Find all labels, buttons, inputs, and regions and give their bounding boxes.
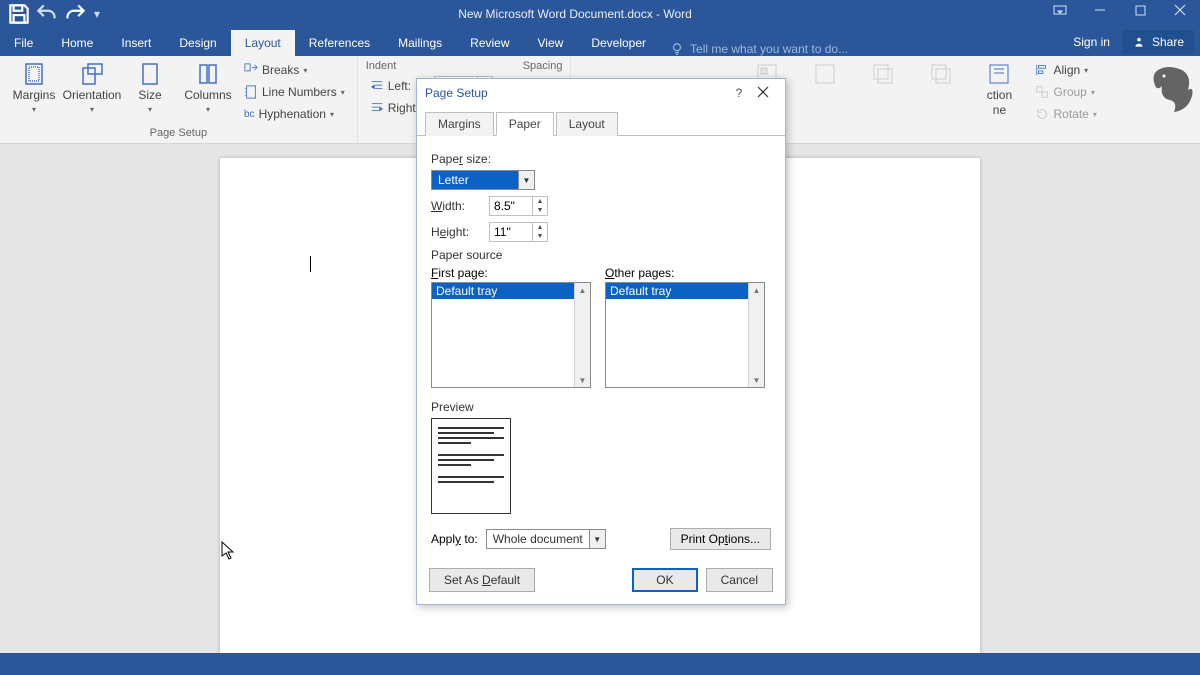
minimize-icon[interactable]: [1080, 0, 1120, 20]
bring-forward-button: [857, 60, 909, 86]
rotate-icon: [1035, 107, 1049, 121]
ok-button[interactable]: OK: [632, 568, 697, 592]
tab-file[interactable]: File: [0, 30, 47, 56]
tab-home[interactable]: Home: [47, 30, 107, 56]
quick-access-toolbar: ▾: [0, 2, 110, 26]
text-cursor: [310, 256, 311, 272]
scrollbar[interactable]: ▲▼: [574, 283, 590, 387]
line-numbers-button[interactable]: Line Numbers ▾: [240, 82, 349, 102]
columns-button[interactable]: Columns▾: [182, 60, 234, 116]
wrap-text-button: [799, 60, 851, 86]
tab-view[interactable]: View: [524, 30, 578, 56]
tab-developer[interactable]: Developer: [577, 30, 660, 56]
tell-me-search[interactable]: Tell me what you want to do...: [660, 42, 1061, 56]
apply-to-select[interactable]: Whole document ▼: [486, 529, 606, 549]
page-setup-dialog: Page Setup ? Margins Paper Layout Paper …: [416, 78, 786, 605]
close-icon[interactable]: [1160, 0, 1200, 20]
status-bar: [0, 653, 1200, 675]
dragon-logo-icon: [1148, 62, 1196, 121]
save-icon[interactable]: [6, 2, 32, 26]
mouse-cursor-icon: [221, 541, 237, 564]
first-page-listbox[interactable]: Default tray ▲▼: [431, 282, 591, 388]
qat-customize-icon[interactable]: ▾: [90, 2, 104, 26]
scrollbar[interactable]: ▲▼: [748, 283, 764, 387]
tab-review[interactable]: Review: [456, 30, 523, 56]
group-icon: [1035, 85, 1049, 99]
share-icon: [1132, 35, 1146, 49]
dialog-tabs: Margins Paper Layout: [417, 107, 785, 136]
paper-source-label: Paper source: [431, 248, 771, 262]
dropdown-icon[interactable]: ▼: [518, 171, 534, 189]
dialog-title-bar[interactable]: Page Setup ?: [417, 79, 785, 107]
indent-right-icon: [370, 101, 384, 115]
breaks-button[interactable]: Breaks ▾: [240, 60, 349, 80]
selection-pane-button[interactable]: ctionne: [973, 60, 1025, 116]
spinner-up-icon[interactable]: ▲: [533, 197, 547, 206]
tab-insert[interactable]: Insert: [107, 30, 165, 56]
scroll-down-icon[interactable]: ▼: [575, 373, 590, 387]
share-button[interactable]: Share: [1122, 30, 1194, 54]
tab-design[interactable]: Design: [165, 30, 230, 56]
spinner-up-icon[interactable]: ▲: [533, 223, 547, 232]
sign-in-link[interactable]: Sign in: [1061, 28, 1122, 56]
align-button[interactable]: Align ▾: [1031, 60, 1100, 80]
set-as-default-button[interactable]: Set As Default: [429, 568, 535, 592]
dialog-close-button[interactable]: [749, 86, 777, 101]
dialog-tab-margins[interactable]: Margins: [425, 112, 494, 136]
dialog-help-icon[interactable]: ?: [729, 86, 749, 100]
first-page-label: First page:: [431, 266, 591, 280]
margins-button[interactable]: Margins▾: [8, 60, 60, 116]
ribbon-options-icon[interactable]: [1040, 0, 1080, 20]
window-controls: [1040, 0, 1200, 28]
cancel-button[interactable]: Cancel: [706, 568, 773, 592]
hyphenation-button[interactable]: bcHyphenation ▾: [240, 104, 349, 124]
tab-layout[interactable]: Layout: [231, 30, 295, 56]
preview-label: Preview: [431, 400, 771, 414]
lightbulb-icon: [670, 42, 684, 56]
orientation-button[interactable]: Orientation▾: [66, 60, 118, 116]
height-input[interactable]: [490, 223, 532, 241]
group-button: Group ▾: [1031, 82, 1100, 102]
spinner-down-icon[interactable]: ▼: [533, 206, 547, 215]
dialog-tab-layout[interactable]: Layout: [556, 112, 618, 136]
height-label: Height:: [431, 225, 481, 239]
tab-mailings[interactable]: Mailings: [384, 30, 456, 56]
scroll-down-icon[interactable]: ▼: [749, 373, 764, 387]
ribbon-tabs: File Home Insert Design Layout Reference…: [0, 28, 1200, 56]
window-title: New Microsoft Word Document.docx - Word: [110, 7, 1040, 21]
spinner-down-icon[interactable]: ▼: [533, 232, 547, 241]
dropdown-icon[interactable]: ▼: [589, 530, 605, 548]
group-label-page-setup: Page Setup: [8, 125, 349, 141]
size-button[interactable]: Size▾: [124, 60, 176, 116]
dialog-title: Page Setup: [425, 86, 729, 100]
title-bar: ▾ New Microsoft Word Document.docx - Wor…: [0, 0, 1200, 28]
redo-icon[interactable]: [62, 2, 88, 26]
group-page-setup: Margins▾ Orientation▾ Size▾ Columns▾ Bre…: [0, 56, 358, 143]
tab-references[interactable]: References: [295, 30, 384, 56]
undo-icon[interactable]: [34, 2, 60, 26]
paper-size-select[interactable]: Letter ▼: [431, 170, 535, 190]
rotate-button: Rotate ▾: [1031, 104, 1100, 124]
indent-left-icon: [370, 79, 384, 93]
maximize-icon[interactable]: [1120, 0, 1160, 20]
align-icon: [1035, 63, 1049, 77]
width-label: Width:: [431, 199, 481, 213]
spacing-heading: Spacing: [523, 60, 563, 74]
preview-thumbnail: [431, 418, 511, 514]
send-backward-button: [915, 60, 967, 86]
scroll-up-icon[interactable]: ▲: [749, 283, 764, 297]
list-item[interactable]: Default tray: [606, 283, 748, 299]
indent-heading: Indent: [366, 60, 497, 74]
tell-me-placeholder: Tell me what you want to do...: [690, 42, 848, 56]
width-input[interactable]: [490, 197, 532, 215]
list-item[interactable]: Default tray: [432, 283, 574, 299]
other-pages-listbox[interactable]: Default tray ▲▼: [605, 282, 765, 388]
apply-to-label: Apply to:: [431, 532, 478, 546]
other-pages-label: Other pages:: [605, 266, 765, 280]
dialog-tab-paper[interactable]: Paper: [496, 112, 554, 136]
print-options-button[interactable]: Print Options...: [670, 528, 771, 550]
scroll-up-icon[interactable]: ▲: [575, 283, 590, 297]
paper-size-label: Paper size:: [431, 152, 771, 166]
